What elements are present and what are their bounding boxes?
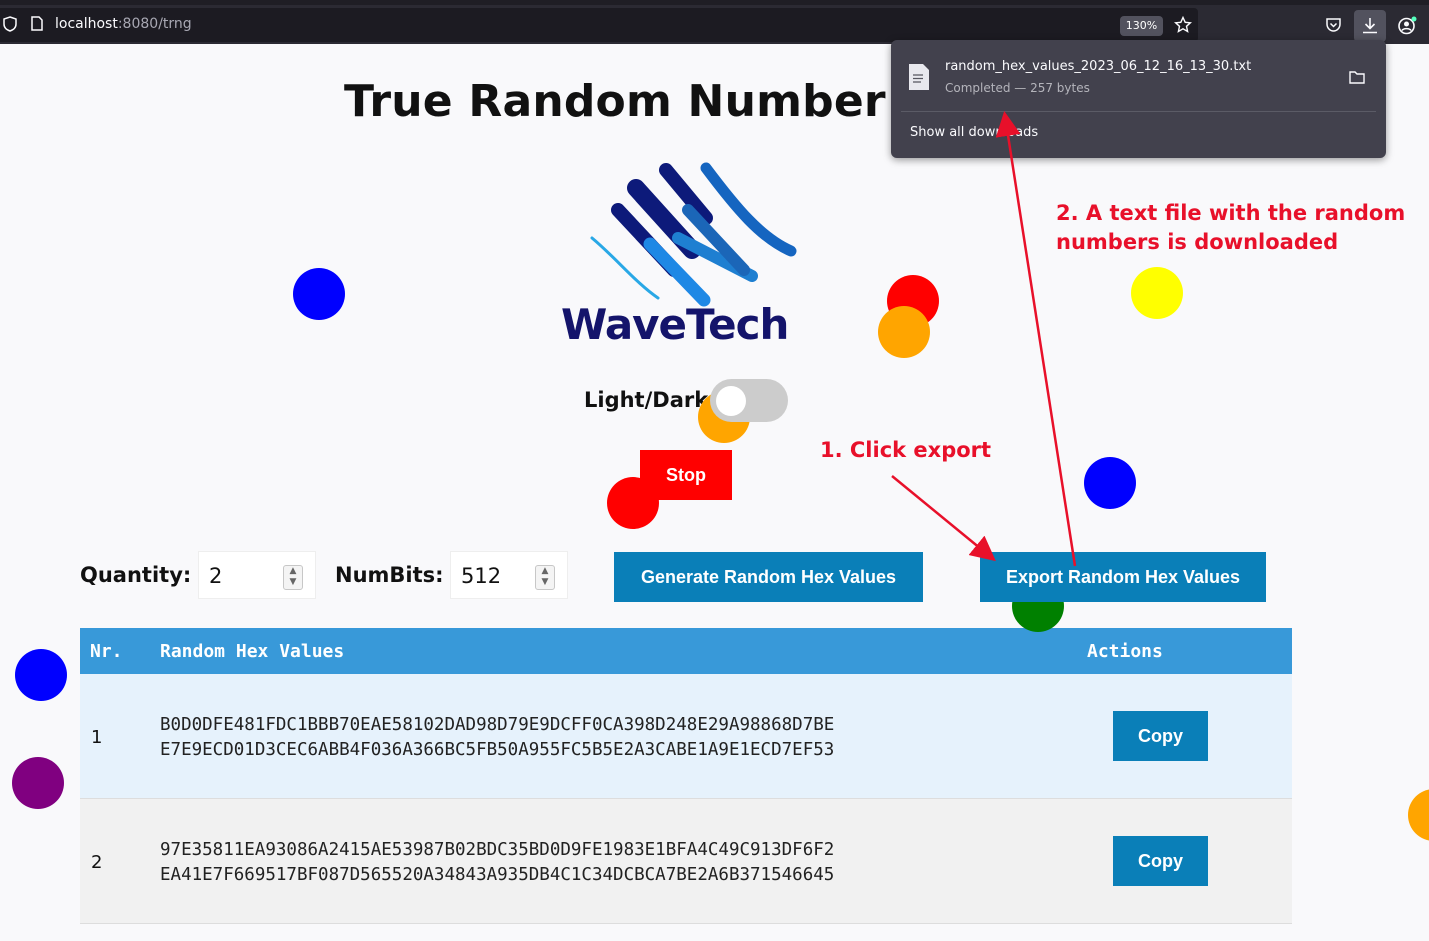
hex-value: B0D0DFE481FDC1BBB70EAE58102DAD98D79E9DCF… [160,713,834,763]
numbits-stepper[interactable]: ▲ ▼ [535,565,555,590]
downloads-panel: random_hex_values_2023_06_12_16_13_30.tx… [891,40,1386,158]
blue-ball [15,649,67,701]
star-icon[interactable] [1174,16,1192,34]
hex-line: E7E9ECD01D3CEC6ABB4F036A366BC5FB50A955FC… [160,740,835,760]
account-icon[interactable] [1397,16,1417,36]
purple-ball [12,757,64,809]
download-status: Completed — 257 bytes [945,81,1090,95]
quantity-input[interactable]: 2 ▲ ▼ [198,551,316,599]
arrow-to-export [891,475,996,562]
annotation-step-2: 2. A text file with the random numbers i… [1056,199,1405,257]
url-host: localhost [55,16,118,32]
text-file-icon [909,64,929,90]
blue-ball [293,268,345,320]
header-actions: Actions [1087,641,1163,662]
quantity-label: Quantity: [80,563,192,587]
numbits-value: 512 [461,564,502,588]
annotation-step-1: 1. Click export [820,438,992,462]
table-header: Nr. Random Hex Values Actions [80,628,1292,674]
yellow-ball [1131,267,1183,319]
copy-button[interactable]: Copy [1113,836,1208,886]
url-text[interactable]: localhost:8080/trng [55,16,192,32]
logo-wordmark: WaveTech [561,300,789,349]
numbits-input[interactable]: 512 ▲ ▼ [450,551,568,599]
orange-ball [1408,789,1429,841]
row-number: 2 [91,852,103,873]
quantity-value: 2 [209,564,223,588]
annotation-step-2-line: 2. A text file with the random [1056,201,1406,225]
downloads-button[interactable] [1354,10,1386,42]
orange-ball [878,306,930,358]
pocket-icon[interactable] [1325,17,1342,33]
hex-value: 97E35811EA93086A2415AE53987B02BDC35BD0D9… [160,838,834,888]
numbits-label: NumBits: [335,563,444,587]
download-icon [1363,18,1377,34]
hex-values-table: Nr. Random Hex Values Actions 1 B0D0DFE4… [80,628,1292,924]
hex-line: 97E35811EA93086A2415AE53987B02BDC35BD0D9… [160,840,835,860]
shield-icon[interactable] [3,16,17,32]
theme-label: Light/Dark [584,388,709,412]
folder-icon[interactable] [1349,70,1365,84]
show-all-downloads-link[interactable]: Show all downloads [910,125,1038,140]
arrow-to-download [995,111,1077,567]
theme-toggle[interactable] [710,379,788,422]
page-icon [31,16,43,31]
hex-line: EA41E7F669517BF087D565520A34843A935DB4C1… [160,865,835,885]
blue-ball [1084,457,1136,509]
header-hex: Random Hex Values [160,641,345,662]
row-number: 1 [91,727,103,748]
divider [901,111,1376,112]
table-row: 2 97E35811EA93086A2415AE53987B02BDC35BD0… [80,799,1292,924]
browser-toolbar: localhost:8080/trng 130% [0,5,1429,44]
export-button[interactable]: Export Random Hex Values [980,552,1266,602]
wavetech-logo-icon [590,162,797,307]
download-filename[interactable]: random_hex_values_2023_06_12_16_13_30.tx… [945,59,1251,74]
generate-button[interactable]: Generate Random Hex Values [614,552,923,602]
url-path: :8080/trng [117,16,192,32]
toggle-knob [716,386,746,416]
annotation-step-2-line: numbers is downloaded [1056,230,1339,254]
quantity-stepper[interactable]: ▲ ▼ [283,565,303,590]
zoom-badge[interactable]: 130% [1120,16,1163,36]
table-row: 1 B0D0DFE481FDC1BBB70EAE58102DAD98D79E9D… [80,674,1292,799]
stop-button[interactable]: Stop [640,450,732,500]
copy-button[interactable]: Copy [1113,711,1208,761]
hex-line: B0D0DFE481FDC1BBB70EAE58102DAD98D79E9DCF… [160,715,835,735]
header-nr: Nr. [90,641,123,662]
